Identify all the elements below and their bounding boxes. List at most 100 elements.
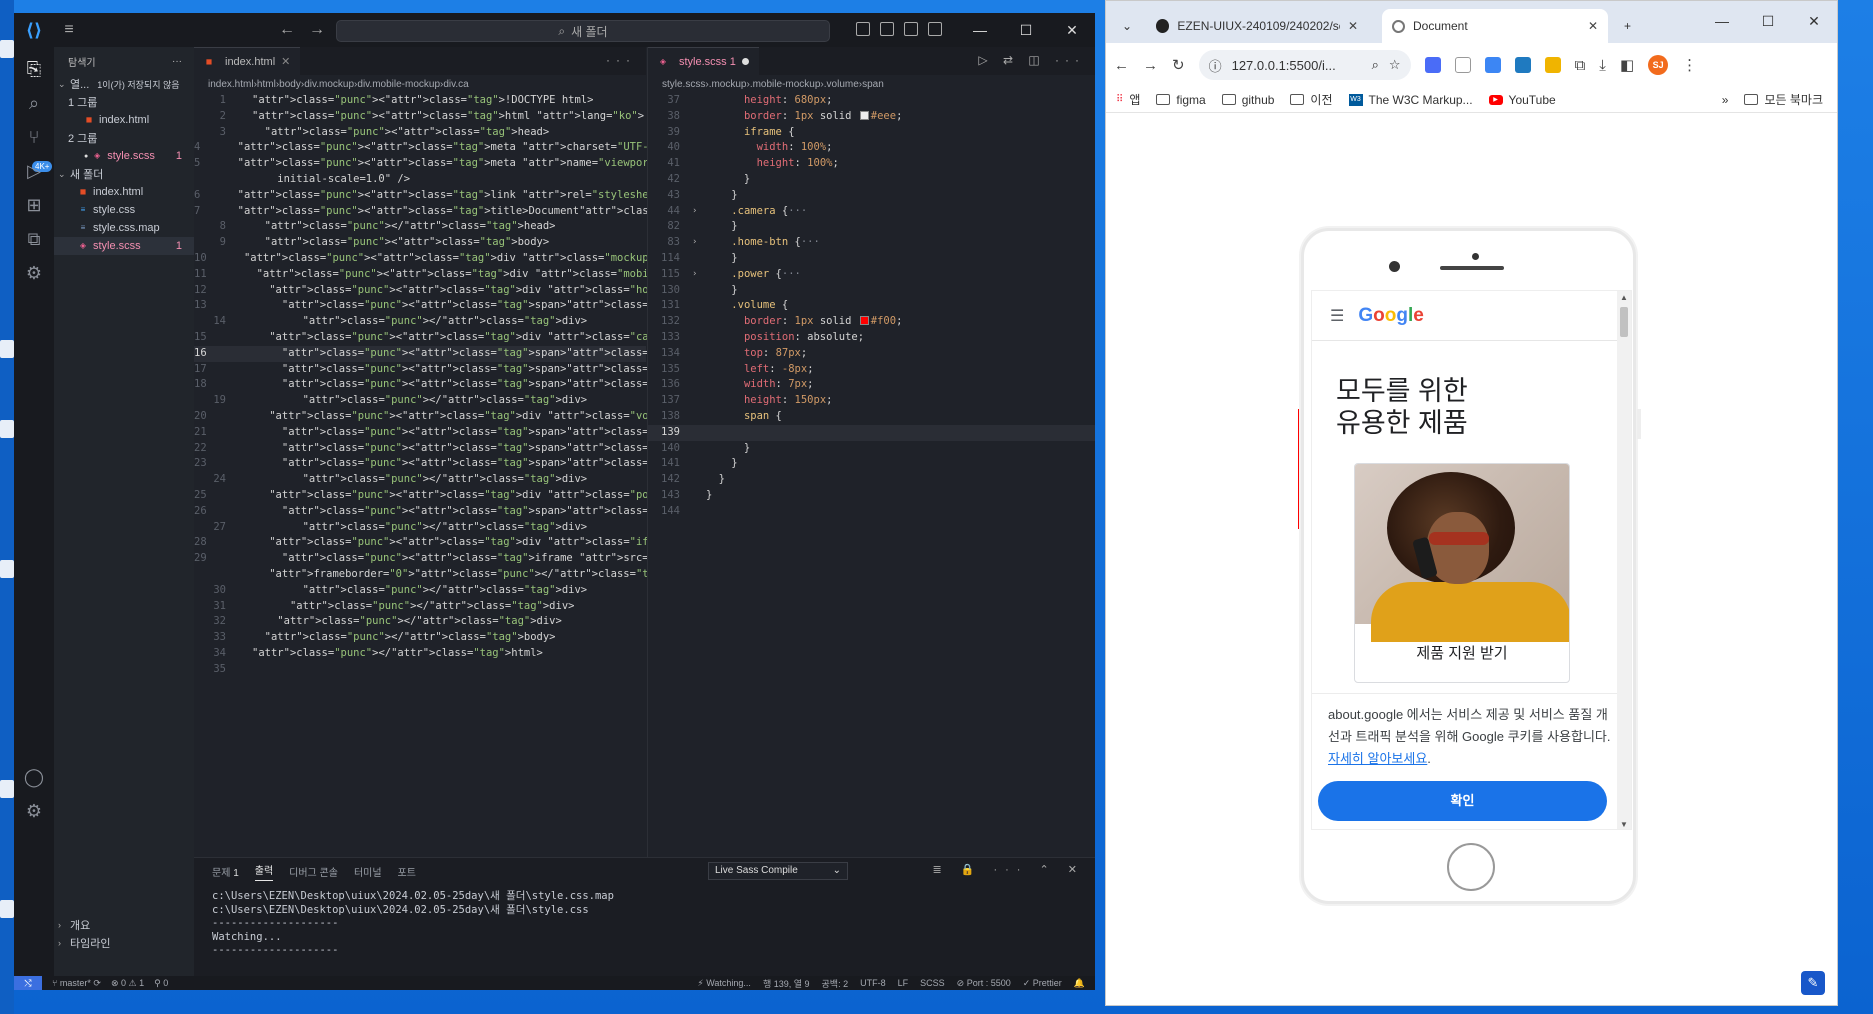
panel-actions[interactable]: ≣ 🔒 ··· ⌃ ✕ [932,863,1085,876]
code-line[interactable]: 18 "attr">class="punc"><"attr">class="ta… [194,377,857,393]
customize-layout-icon[interactable] [928,22,942,36]
breadcrumb-item[interactable]: .mockup [709,79,747,90]
extension-icon[interactable] [1514,57,1531,73]
live-server-port[interactable]: ⊘ Port : 5500 [957,978,1011,989]
close-button[interactable]: ✕ [1049,13,1095,47]
bookmark-youtube[interactable]: ▶ YouTube [1488,93,1556,107]
breadcrumb-item[interactable]: .volume [824,79,859,90]
code-line[interactable]: 31 "attr">class="punc"></"attr">class="t… [194,599,646,615]
tab-style-scss[interactable]: ◈ style.scss 1 [648,47,759,75]
desktop-icon[interactable] [0,420,14,438]
code-line[interactable]: 39 iframe { [648,125,1095,141]
extensions-puzzle-icon[interactable]: ⧉ [1575,57,1586,74]
tab-index-html[interactable]: ◼ index.html ✕ [194,47,301,75]
code-line[interactable]: 34 "attr">class="punc"></"attr">class="ta… [194,646,646,662]
close-tab-icon[interactable]: ✕ [281,55,290,68]
toggle-secondary-sidebar-icon[interactable] [904,22,918,36]
bookmark-star-icon[interactable]: ☆ [1389,57,1401,73]
tab-document[interactable]: Document ✕ [1382,9,1608,43]
code-line[interactable]: initial-scale=1.0" /> [194,172,646,188]
code-line[interactable]: 130 } [648,283,1095,299]
code-line[interactable]: 140 } [648,441,1095,457]
breadcrumb-item[interactable]: .mobile-mockup [750,79,821,90]
scroll-thumb[interactable] [1620,307,1628,337]
code-line[interactable]: 24 "attr">class="punc"></"attr">class="t… [194,472,646,488]
code-line[interactable]: 5 "attr">class="punc"><"attr">class="tag… [194,156,889,172]
back-icon[interactable]: ← [1114,57,1129,74]
code-line[interactable]: 23 "attr">class="punc"><"attr">class="ta… [194,456,857,472]
breadcrumb-item[interactable]: div.mobile-mockup [357,79,440,90]
chrome-menu-icon[interactable]: ⋮ [1682,56,1697,74]
tab-debug-console[interactable]: 디버그 콘솔 [289,864,338,879]
html-code[interactable]: 1 "attr">class="punc"><"attr">class="tag"… [194,93,889,678]
code-line[interactable]: 141 } [648,456,1095,472]
scss-code[interactable]: 37 height: 680px; 38 border: 1px solid #e… [648,93,1095,520]
code-line[interactable]: 21 "attr">class="punc"><"attr">class="ta… [194,425,857,441]
output-channel-select[interactable]: Live Sass Compile ⌄ [708,862,848,880]
address-bar[interactable]: ⓘ 127.0.0.1:5500/i... ⌕ ☆ [1198,50,1411,80]
code-line[interactable]: "attr">frameborder="0">"attr">class="pun… [194,567,718,583]
code-line[interactable]: 38 border: 1px solid #eee; [648,109,1095,125]
hamburger-menu-icon[interactable]: ☰ [1330,306,1344,326]
code-line[interactable]: 37 height: 680px; [648,93,1095,109]
scroll-up-icon[interactable]: ▲ [1620,293,1628,302]
forward-icon[interactable]: → [1143,57,1158,74]
encoding-status[interactable]: UTF-8 [860,978,886,988]
remote-indicator-icon[interactable]: ⤭ [14,976,42,990]
code-line[interactable]: 12 "attr">class="punc"><"attr">class="ta… [194,283,699,299]
google-logo[interactable]: Google [1358,305,1423,327]
code-line[interactable]: 114 } [648,251,1095,267]
tab-problems[interactable]: 문제 1 [212,864,239,879]
problems-status[interactable]: ⊗ 0 ⚠ 1 [111,978,144,989]
docker-icon[interactable]: ⚙ [22,261,46,285]
code-line[interactable]: 2 "attr">class="punc"><"attr">class="tag"… [194,109,646,125]
code-line[interactable]: 3 "attr">class="punc"><"attr">class="tag… [194,125,646,141]
code-line[interactable]: 82 } [648,219,1095,235]
code-line[interactable]: 16 "attr">class="punc"><"attr">class="ta… [194,345,857,362]
breadcrumb-item[interactable]: index.html [208,79,254,90]
account-icon[interactable]: ◯ [22,765,46,789]
extension-icon[interactable] [1454,57,1471,73]
code-line[interactable]: 42 } [648,172,1095,188]
minimize-button[interactable]: — [957,13,1003,47]
code-line[interactable]: 144 [648,504,1095,520]
breadcrumb-item[interactable]: div.ca [443,79,468,90]
code-line[interactable]: 35 [194,662,646,678]
code-line[interactable]: 28 "attr">class="punc"><"attr">class="ta… [194,535,712,551]
tab-ports[interactable]: 포트 [398,864,416,879]
bookmark-previous[interactable]: 이전 [1290,91,1333,108]
close-tab-icon[interactable]: ✕ [1588,19,1598,33]
code-line[interactable]: 44 › .camera {··· [648,204,1095,220]
code-line[interactable]: 26 "attr">class="punc"><"attr">class="ta… [194,504,857,520]
code-line[interactable]: 29 "attr">class="punc"><"attr">class="ta… [194,551,788,567]
outline-section[interactable]: › 개요 [54,916,194,934]
iframe-scrollbar[interactable]: ▲ ▼ [1617,291,1631,829]
code-line[interactable]: 135 left: -8px; [648,362,1095,378]
code-line[interactable]: 131 .volume { [648,298,1095,314]
toggle-panel-icon[interactable] [880,22,894,36]
profile-avatar[interactable]: SJ [1648,55,1669,75]
code-line[interactable]: 132 border: 1px solid #f00; [648,314,1095,330]
code-line[interactable]: 20 "attr">class="punc"><"attr">class="ta… [194,409,687,425]
more-actions-icon[interactable]: ··· [172,56,182,67]
minimize-button[interactable]: — [1699,1,1745,41]
code-line[interactable]: 83 › .home-btn {··· [648,235,1095,251]
extension-icon[interactable] [1544,57,1561,73]
tab-github[interactable]: EZEN-UIUX-240109/240202/sc ✕ [1146,9,1368,43]
code-line[interactable]: 136 width: 7px; [648,377,1095,393]
desktop-icon[interactable] [0,40,14,58]
code-line[interactable]: 139 [648,424,1095,441]
extensions-icon[interactable]: ⊞ [22,193,46,217]
bookmark-apps[interactable]: ⠿ 앱 [1116,91,1140,108]
code-line[interactable]: 8 "attr">class="punc"></"attr">class="ta… [194,219,646,235]
extension-icon[interactable] [1424,57,1441,73]
tab-search-icon[interactable]: ⌄ [1112,9,1142,43]
code-line[interactable]: 40 width: 100%; [648,140,1095,156]
remote-explorer-icon[interactable]: ⧉ [22,227,46,251]
explorer-icon[interactable]: ⎘ [22,57,46,81]
scroll-down-icon[interactable]: ▼ [1620,820,1628,829]
code-line[interactable]: 143} [648,488,1095,504]
code-line[interactable]: 133 position: absolute; [648,330,1095,346]
code-line[interactable]: 33 "attr">class="punc"></"attr">class="t… [194,630,646,646]
code-line[interactable]: 41 height: 100%; [648,156,1095,172]
